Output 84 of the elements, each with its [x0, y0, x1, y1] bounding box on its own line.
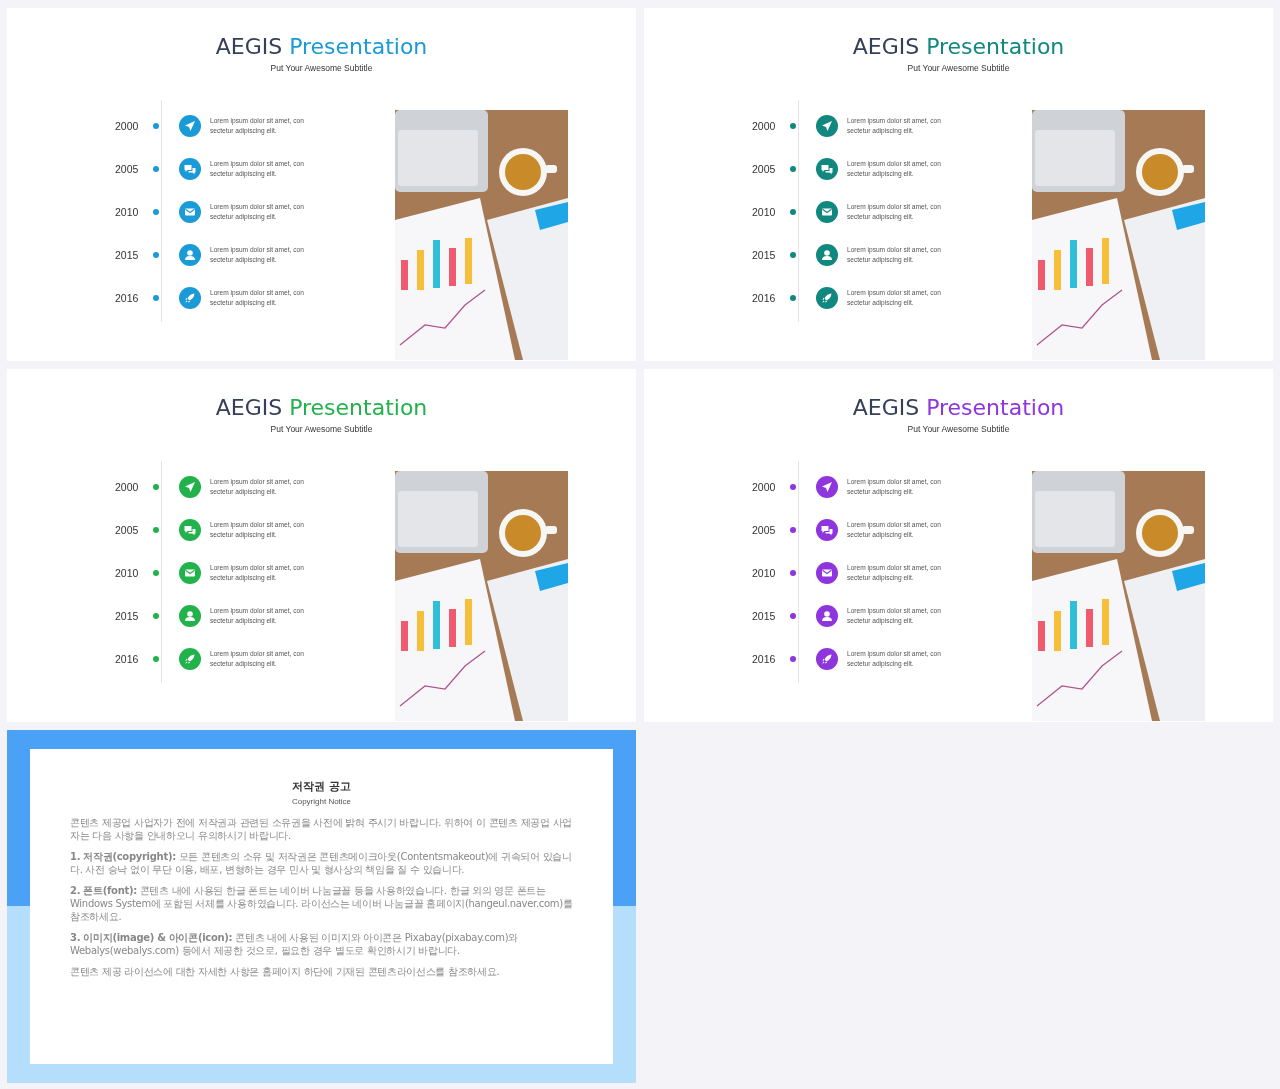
envelope-icon	[816, 561, 838, 584]
slide[interactable]	[7, 369, 636, 722]
timeline-dot	[790, 208, 796, 215]
slide-subtitle: Put Your Awesome Subtitle	[906, 423, 1011, 435]
rocket-icon	[179, 286, 201, 309]
timeline-year: 2000	[115, 480, 140, 493]
timeline-dot	[790, 294, 796, 301]
slide-subtitle: Put Your Awesome Subtitle	[269, 423, 374, 435]
timeline-year: 2016	[752, 652, 777, 665]
notice-title: 저작권 공고	[291, 779, 352, 794]
envelope-icon	[179, 561, 201, 584]
paper-plane-icon	[179, 114, 201, 137]
slide-title-accent: Presentation	[926, 33, 1065, 61]
timeline-dot	[790, 483, 796, 490]
slide-title-accent: Presentation	[289, 394, 428, 422]
slide[interactable]	[7, 8, 636, 361]
paper-plane-icon	[179, 475, 201, 498]
timeline-year: 2015	[115, 248, 140, 261]
slide-title-accent: Presentation	[289, 33, 428, 61]
timeline-dot	[153, 208, 159, 215]
timeline-year: 2015	[115, 609, 140, 622]
timeline-year: 2000	[752, 480, 777, 493]
timeline-dot	[153, 526, 159, 533]
timeline-dot	[153, 251, 159, 258]
timeline-dot	[790, 165, 796, 172]
slide-subtitle: Put Your Awesome Subtitle	[906, 62, 1011, 74]
paper-plane-icon	[816, 475, 838, 498]
timeline-dot	[790, 612, 796, 619]
slide-title: AEGIS	[852, 394, 920, 422]
timeline-year: 2016	[115, 291, 140, 304]
timeline-dot	[790, 251, 796, 258]
chat-bubbles-icon	[816, 518, 838, 541]
notice-paragraph: 콘텐츠 제공 라이선스에 대한 자세한 사항은 홈페이지 하단에 기재된 콘텐츠라이선스를 참조하세요.	[70, 965, 501, 978]
paper-plane-icon	[816, 114, 838, 137]
person-icon	[179, 243, 201, 266]
timeline-dot	[153, 122, 159, 129]
timeline-year: 2010	[115, 566, 140, 579]
timeline-dot	[153, 483, 159, 490]
notice-paragraph: 3. 이미지(image) & 아이콘(icon): 콘텐츠 내에 사용된 이미지와 아이콘은 Pixabay(pixabay.com)와 Webalys(webalys.com) 등에서 제공한 것으로, 필요한 경우 별도로 확인하시기 바랍니다.	[70, 931, 519, 957]
notice-paragraph: 콘텐츠 제공업 사업자가 전에 저작권과 관련된 소유권을 사전에 밝혀 주시기 바랍니다. 위하여 이 콘텐츠 제공업 사업자는 다음 사항을 안내하오니 유의하시기 바랍니다.	[70, 816, 573, 842]
timeline-dot	[153, 655, 159, 662]
timeline-year: 2005	[115, 162, 140, 175]
timeline-year: 2005	[752, 162, 777, 175]
slide[interactable]	[644, 369, 1273, 722]
timeline-year: 2015	[752, 609, 777, 622]
timeline-dot	[153, 569, 159, 576]
timeline-dot	[790, 526, 796, 533]
slide-title: AEGIS	[215, 33, 283, 61]
slide[interactable]	[644, 8, 1273, 361]
slide-title: AEGIS	[852, 33, 920, 61]
chat-bubbles-icon	[179, 157, 201, 180]
timeline-dot	[790, 569, 796, 576]
timeline-year: 2010	[115, 205, 140, 218]
envelope-icon	[816, 200, 838, 223]
person-icon	[816, 604, 838, 627]
person-icon	[816, 243, 838, 266]
timeline-year: 2016	[115, 652, 140, 665]
timeline-year: 2016	[752, 291, 777, 304]
rocket-icon	[179, 647, 201, 670]
chat-bubbles-icon	[816, 157, 838, 180]
timeline-dot	[153, 165, 159, 172]
slide-title: AEGIS	[215, 394, 283, 422]
timeline-year: 2010	[752, 566, 777, 579]
timeline-dot	[153, 612, 159, 619]
envelope-icon	[179, 200, 201, 223]
slide[interactable]	[7, 730, 636, 1083]
notice-paragraph: 1. 저작권(copyright): 모든 콘텐츠의 소유 및 저작권은 콘텐츠메이크아웃(Contentsmakeout)에 귀속되어 있습니다. 사전 승낙 없이 무단 이용, 배포, 변형하는 경우 민사 및 형사상의 책임을 질 수 있습니다.	[70, 850, 573, 876]
rocket-icon	[816, 286, 838, 309]
timeline-dot	[790, 655, 796, 662]
timeline-dot	[790, 122, 796, 129]
notice-subtitle: Copyright Notice	[290, 797, 353, 806]
slide-subtitle: Put Your Awesome Subtitle	[269, 62, 374, 74]
timeline-year: 2000	[115, 119, 140, 132]
chat-bubbles-icon	[179, 518, 201, 541]
timeline-year: 2005	[115, 523, 140, 536]
rocket-icon	[816, 647, 838, 670]
person-icon	[179, 604, 201, 627]
timeline-year: 2005	[752, 523, 777, 536]
timeline-year: 2000	[752, 119, 777, 132]
notice-paragraph: 2. 폰트(font): 콘텐츠 내에 사용된 한글 폰트는 네이버 나눔글꼴 등을 사용하였습니다. 한글 외의 영문 폰트는 Windows System에 포함된 서체를 사용하였습니다. 라이선스는 네이버 나눔글꼴 홈페이지(hangeul.naver.com)를 참조하세요.	[70, 884, 573, 923]
slide-title-accent: Presentation	[926, 394, 1065, 422]
timeline-dot	[153, 294, 159, 301]
timeline-year: 2010	[752, 205, 777, 218]
timeline-year: 2015	[752, 248, 777, 261]
